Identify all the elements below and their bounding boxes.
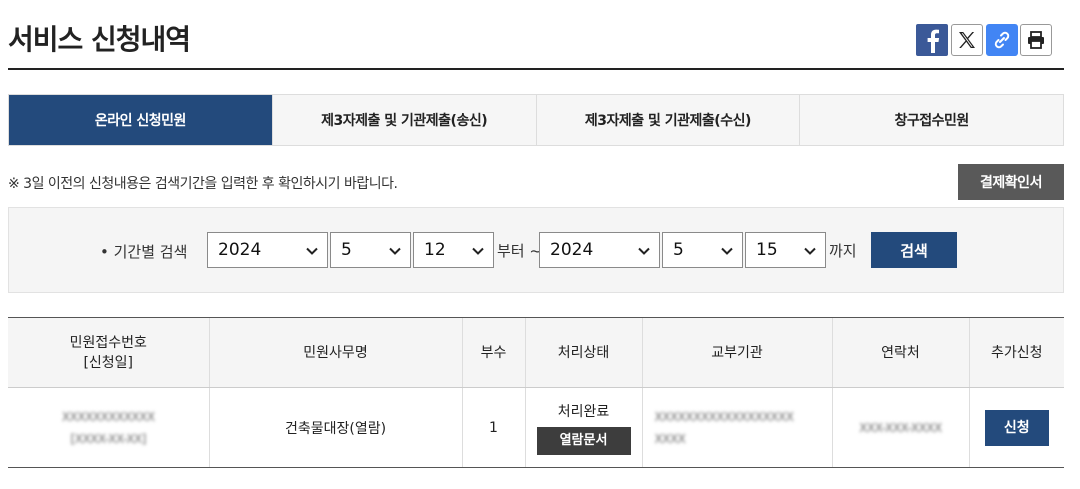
- x-icon: [959, 32, 975, 48]
- header-copies: 부수: [461, 317, 525, 388]
- print-icon: [1028, 31, 1044, 49]
- table-header-row: 민원접수번호 [신청일] 민원사무명 부수 처리상태 교부기관 연락처 추가신청: [8, 317, 1064, 388]
- header-contact: 연락처: [831, 317, 969, 388]
- link-icon: [994, 31, 1010, 49]
- tab-counter-applications[interactable]: 창구접수민원: [799, 95, 1063, 145]
- cell-agency: XXXXXXXXXXXXXXXXXX XXXX: [641, 387, 832, 468]
- tab-third-party-sent[interactable]: 제3자제출 및 기관제출(송신): [271, 95, 536, 145]
- cell-additional: 신청: [968, 387, 1064, 468]
- from-month-select[interactable]: 5: [330, 232, 411, 268]
- chevron-down-icon: [638, 247, 650, 255]
- header-receipt-no-label: 민원접수번호: [69, 334, 147, 351]
- chevron-down-icon: [472, 247, 484, 255]
- from-day-select[interactable]: 12: [413, 232, 494, 268]
- tab-third-party-received[interactable]: 제3자제출 및 기관제출(수신): [535, 95, 800, 145]
- page-title: 서비스 신청내역: [8, 23, 191, 56]
- cell-service: 건축물대장(열람): [208, 387, 462, 468]
- from-year-value: 2024: [218, 240, 262, 260]
- search-button[interactable]: 검색: [871, 232, 957, 268]
- cell-contact: XXX-XXX-XXXX: [831, 387, 969, 468]
- view-document-button[interactable]: 열람문서: [536, 426, 631, 455]
- table-row: XXXXXXXXXXXX [XXXX-XX-XX] 건축물대장(열람) 1 처리…: [8, 387, 1064, 468]
- header-agency: 교부기관: [641, 317, 832, 388]
- chevron-down-icon: [804, 247, 816, 255]
- chevron-down-icon: [389, 247, 401, 255]
- from-month-value: 5: [341, 240, 352, 260]
- receipt-date-value: [XXXX-XX-XX]: [70, 431, 147, 446]
- status-value: 처리완료: [557, 403, 610, 420]
- tab-online-applications[interactable]: 온라인 신청민원: [9, 95, 272, 145]
- header-date-label: [신청일]: [83, 354, 134, 371]
- to-month-select[interactable]: 5: [662, 232, 743, 268]
- tab-bar: 온라인 신청민원 제3자제출 및 기관제출(송신) 제3자제출 및 기관제출(수…: [8, 94, 1064, 146]
- chevron-down-icon: [721, 247, 733, 255]
- payment-receipt-button[interactable]: 결제확인서: [958, 164, 1064, 200]
- facebook-share-button[interactable]: [916, 24, 948, 56]
- to-year-select[interactable]: 2024: [539, 232, 660, 268]
- header-receipt-no: 민원접수번호 [신청일]: [8, 317, 209, 388]
- results-table: 민원접수번호 [신청일] 민원사무명 부수 처리상태 교부기관 연락처 추가신청…: [8, 317, 1064, 468]
- x-share-button[interactable]: [951, 24, 983, 56]
- to-month-value: 5: [673, 240, 684, 260]
- cell-copies: 1: [461, 387, 525, 468]
- cell-receipt-no: XXXXXXXXXXXX [XXXX-XX-XX]: [8, 387, 209, 468]
- to-day-select[interactable]: 15: [745, 232, 826, 268]
- contact-value: XXX-XXX-XXXX: [859, 420, 942, 435]
- to-day-value: 15: [756, 240, 778, 260]
- search-label: • 기간별 검색: [100, 243, 188, 261]
- agency-value-line2: XXXX: [654, 431, 686, 446]
- to-suffix: 까지: [829, 242, 857, 260]
- link-share-button[interactable]: [986, 24, 1018, 56]
- header-additional: 추가신청: [968, 317, 1064, 388]
- from-day-value: 12: [424, 240, 446, 260]
- cell-status: 처리완료 열람문서: [524, 387, 642, 468]
- facebook-icon: [927, 29, 940, 53]
- notice-text: ※ 3일 이전의 신청내용은 검색기간을 입력한 후 확인하시기 바랍니다.: [8, 176, 398, 192]
- receipt-no-value: XXXXXXXXXXXX: [61, 409, 155, 424]
- from-year-select[interactable]: 2024: [207, 232, 328, 268]
- chevron-down-icon: [306, 247, 318, 255]
- title-divider: [8, 68, 1064, 70]
- from-suffix: 부터 ~: [497, 242, 542, 260]
- agency-value-line1: XXXXXXXXXXXXXXXXXX: [654, 409, 794, 424]
- apply-button[interactable]: 신청: [984, 409, 1049, 446]
- to-year-value: 2024: [550, 240, 594, 260]
- header-status: 처리상태: [524, 317, 642, 388]
- header-service: 민원사무명: [208, 317, 462, 388]
- print-button[interactable]: [1020, 24, 1052, 56]
